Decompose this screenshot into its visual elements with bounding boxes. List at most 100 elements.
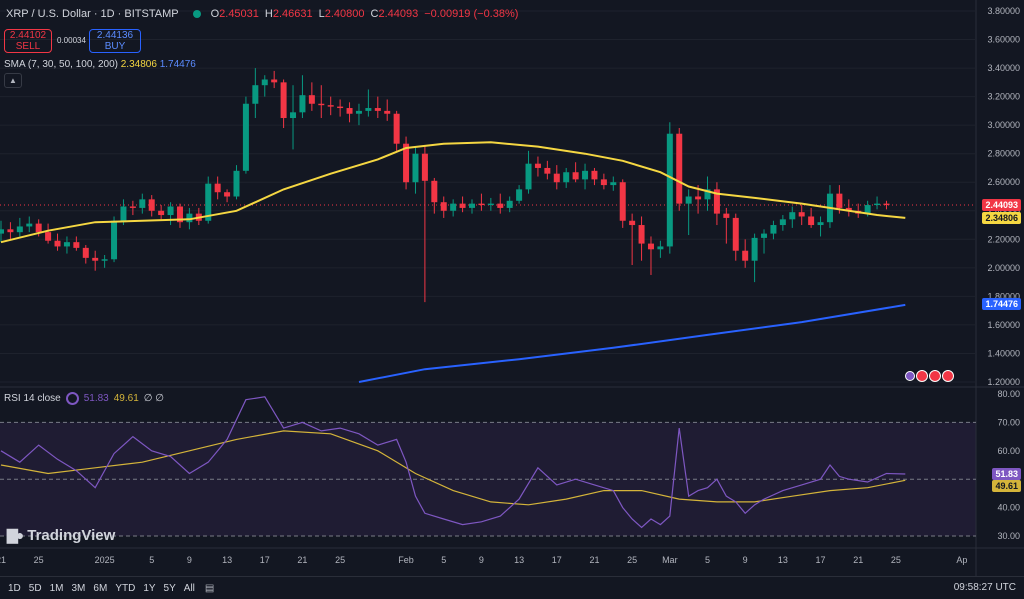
candle-body [355,110,362,114]
time-tick-label: Mar [662,555,678,565]
rsi-tick-label: 30.00 [997,531,1020,541]
candle-body [54,240,61,247]
range-5d[interactable]: 5D [29,583,42,594]
time-tick-label: Ap [956,555,967,565]
events-markers[interactable] [905,370,954,382]
sma-yellow-value: 2.34806 [120,59,157,70]
time-tick-label: 17 [552,555,562,565]
price-tick-label: 2.00000 [987,263,1020,273]
time-tick-label: 5 [441,555,446,565]
chevron-up-icon: ▲ [9,76,17,85]
candle-body [732,217,739,251]
candle-body [751,237,758,261]
symbol-title[interactable]: XRP / U.S. Dollar · 1D · BITSTAMP [6,8,179,20]
time-tick-label: 13 [222,555,232,565]
rsi-tag: 51.83 [992,468,1021,480]
candle-body [252,85,259,104]
candle-body [676,133,683,204]
price-tick-label: 1.60000 [987,320,1020,330]
last-price-tag: 2.44093 [982,199,1021,211]
candle-body [148,199,155,211]
candle-body [16,226,23,233]
sma-legend[interactable]: SMA (7, 30, 50, 100, 200) 2.34806 1.7447… [4,59,196,70]
buy-button[interactable]: 2.44136 BUY [89,29,141,53]
candle-body [761,233,768,238]
price-tick-label: 3.60000 [987,35,1020,45]
us-flag-icon[interactable] [916,370,928,382]
candle-body [318,103,325,106]
time-tick-label: 21 [0,555,6,565]
candle-body [883,203,890,206]
candle-body [214,183,221,193]
candle-body [789,212,796,220]
candle-body [572,172,579,180]
rsi-ma-tag: 49.61 [992,480,1021,492]
tradingview-logo: ▇● TradingView [7,527,116,544]
candle-body [0,229,4,234]
candle-body [666,133,673,247]
candle-body [261,79,268,86]
calendar-icon[interactable]: ▤ [205,583,214,594]
spread-value: 0.00034 [57,36,86,45]
range-5y[interactable]: 5Y [164,583,176,594]
clock-display[interactable]: 09:58:27 UTC [954,582,1016,593]
candle-body [242,103,249,171]
candle-body [506,200,513,208]
rsi-legend[interactable]: RSI 14 close 51.83 49.61 ∅ ∅ [4,392,164,405]
range-3m[interactable]: 3M [72,583,86,594]
range-ytd[interactable]: YTD [115,583,135,594]
tradingview-mark-icon: ▇● [7,527,24,543]
collapse-legend-button[interactable]: ▲ [4,73,22,88]
range-1y[interactable]: 1Y [143,583,155,594]
high-value: 2.46631 [272,8,313,20]
event-icon[interactable] [905,371,915,381]
candle-body [770,225,777,234]
rsi-tick-label: 60.00 [997,446,1020,456]
us-flag-icon[interactable] [942,370,954,382]
time-tick-label: 9 [479,555,484,565]
price-tick-label: 2.60000 [987,177,1020,187]
range-all[interactable]: All [184,583,195,594]
candle-body [563,172,570,183]
price-tick-label: 3.80000 [987,6,1020,16]
range-1m[interactable]: 1M [50,583,64,594]
price-tick-label: 3.20000 [987,92,1020,102]
rsi-settings-icon[interactable] [65,392,79,405]
candle-body [798,212,805,217]
candle-body [129,206,136,208]
candle-body [647,243,654,250]
candle-body [487,203,494,206]
candle-body [685,196,692,204]
time-tick-label: 9 [187,555,192,565]
time-tick-label: 25 [627,555,637,565]
candle-body [440,202,447,211]
sma-yellow-line [0,141,906,244]
sma-blue-value: 1.74476 [159,59,196,70]
us-flag-icon[interactable] [929,370,941,382]
candle-body [638,225,645,244]
sell-button[interactable]: 2.44102 SELL [4,29,52,53]
candle-body [525,163,532,190]
market-status-dot [192,10,201,18]
close-value: 2.44093 [378,8,419,20]
range-1d[interactable]: 1D [8,583,21,594]
candle-body [544,167,551,174]
price-tick-label: 1.20000 [987,377,1020,387]
candle-body [431,180,438,203]
candle-body [224,192,231,197]
candle-body [26,223,33,227]
time-tick-label: 21 [853,555,863,565]
change-value: −0.00919 (−0.38%) [424,8,519,20]
sma-blue-tag: 1.74476 [982,298,1021,310]
candle-body [657,246,664,250]
candle-body [817,222,824,226]
chart-canvas[interactable]: 3.80000 3.60000 3.40000 3.20000 3.00000 2.800… [0,0,1024,598]
candle-body [45,232,52,241]
candle-body [779,219,786,226]
candle-body [374,108,381,111]
candle-body [111,220,118,260]
candle-body [450,203,457,211]
candle-body [723,213,730,218]
range-6m[interactable]: 6M [93,583,107,594]
candle-body [167,206,174,216]
